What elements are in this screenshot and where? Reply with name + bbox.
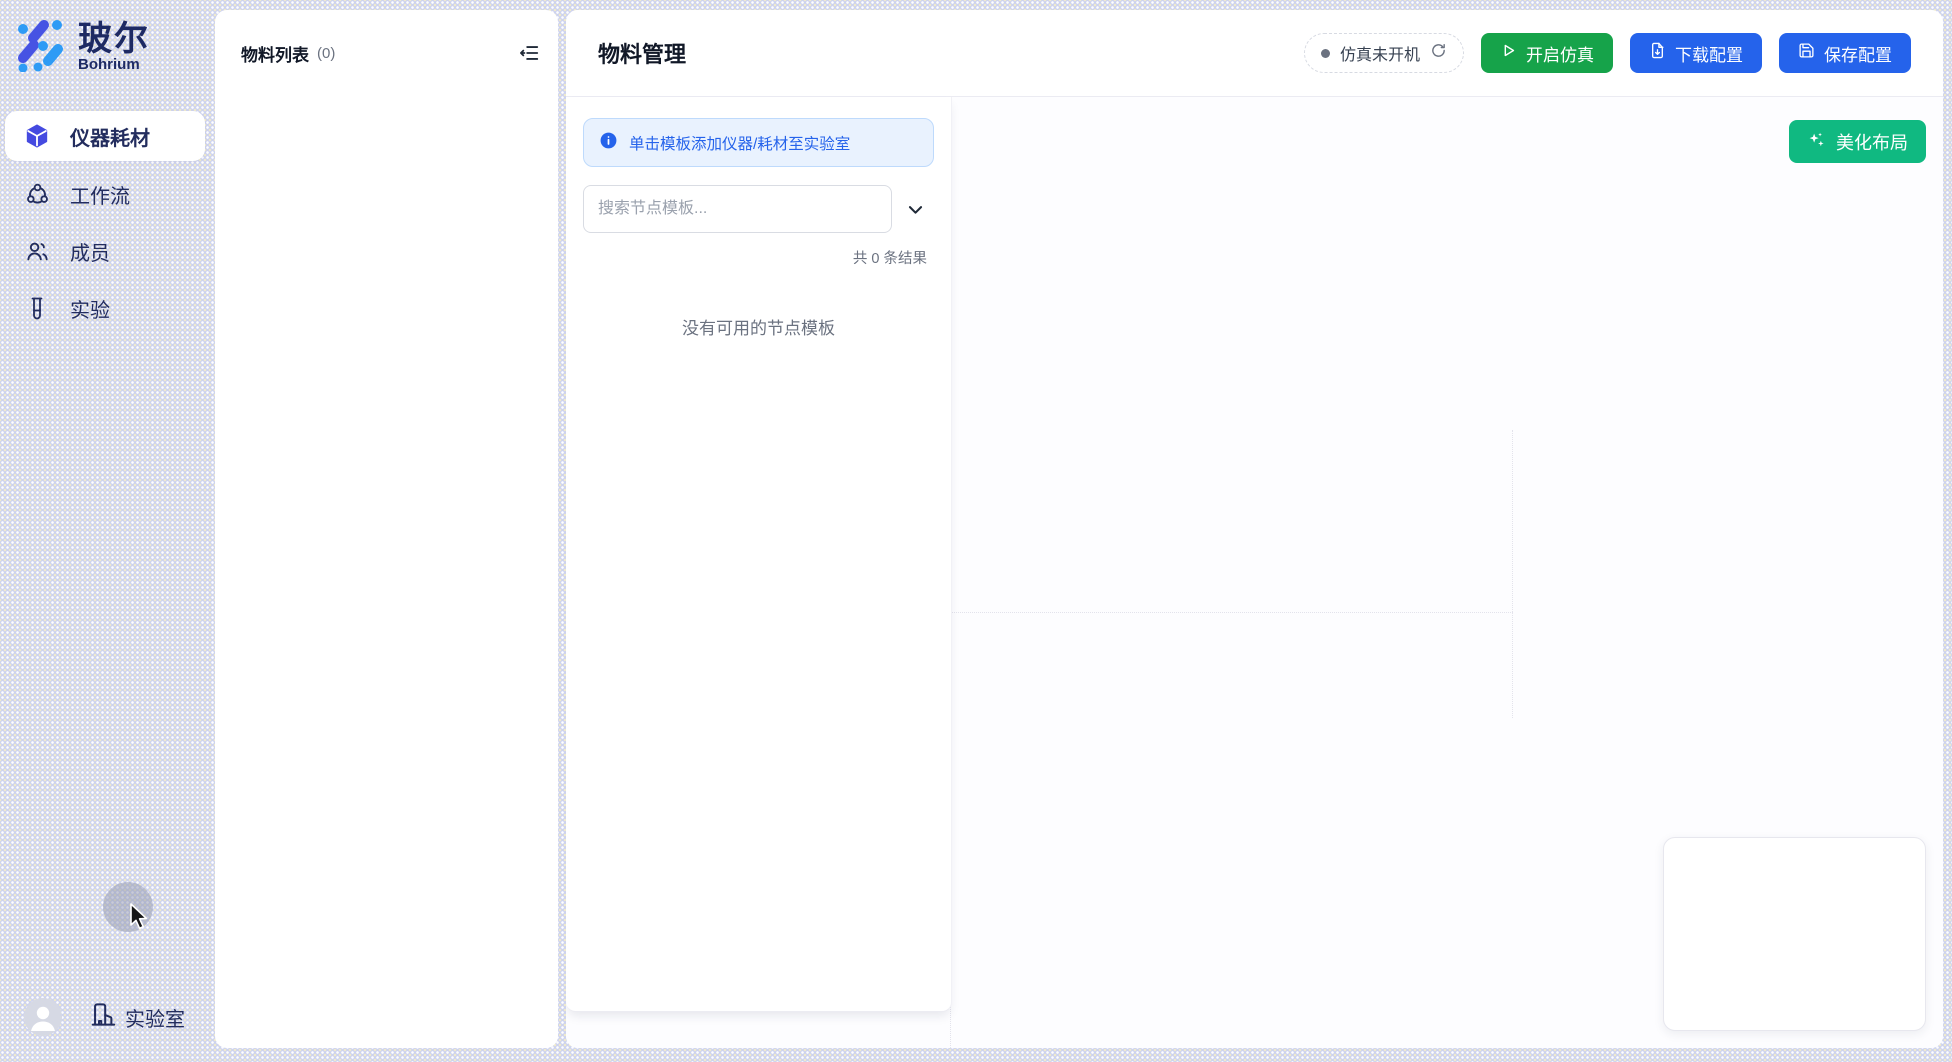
workflow-icon <box>24 181 50 207</box>
minimap-panel[interactable] <box>1663 837 1926 1031</box>
sidebar-footer: 实验室 <box>0 998 213 1036</box>
beautify-layout-label: 美化布局 <box>1836 129 1908 155</box>
mouse-cursor <box>122 900 150 937</box>
refresh-icon[interactable] <box>1430 42 1447 64</box>
collapse-panel-button[interactable] <box>516 40 542 66</box>
sidebar-item-instruments[interactable]: 仪器耗材 <box>5 111 205 161</box>
page-title: 物料管理 <box>598 37 686 69</box>
sparkles-icon <box>1807 130 1826 154</box>
save-config-button[interactable]: 保存配置 <box>1779 33 1911 73</box>
sidebar-item-label: 仪器耗材 <box>70 122 150 151</box>
info-icon <box>599 131 618 155</box>
download-config-label: 下载配置 <box>1675 41 1743 66</box>
lab-entry[interactable]: 实验室 <box>90 1001 185 1034</box>
header-actions: 仿真未开机 开启仿真 <box>1304 33 1911 73</box>
save-icon <box>1798 42 1815 64</box>
empty-templates-text: 没有可用的节点模板 <box>566 314 951 339</box>
brand-name-zh: 玻尔 <box>78 21 150 57</box>
lab-entry-label: 实验室 <box>125 1003 185 1032</box>
status-dot-icon <box>1321 49 1330 58</box>
node-template-panel: 单击模板添加仪器/耗材至实验室 共 0 条结果 没有可用的节点模板 <box>566 97 952 1012</box>
sidebar-nav: 仪器耗材 工作流 成员 <box>0 111 213 333</box>
sidebar: 玻尔 Bohrium 仪器耗材 工作流 <box>0 0 213 1062</box>
sidebar-item-members[interactable]: 成员 <box>0 226 213 276</box>
workspace-canvas[interactable]: 单击模板添加仪器/耗材至实验室 共 0 条结果 没有可用的节点模板 <box>566 97 1943 1048</box>
play-icon <box>1500 42 1517 64</box>
canvas-guide-horizontal <box>950 612 1513 613</box>
start-simulation-button[interactable]: 开启仿真 <box>1481 33 1613 73</box>
sidebar-item-label: 实验 <box>70 294 110 323</box>
materials-list-title: 物料列表 <box>241 41 309 66</box>
building-icon <box>90 1001 117 1034</box>
download-config-button[interactable]: 下载配置 <box>1630 33 1762 73</box>
save-config-label: 保存配置 <box>1824 41 1892 66</box>
members-icon <box>24 238 50 264</box>
brand-name-en: Bohrium <box>78 57 150 73</box>
materials-list-header: 物料列表 (0) <box>215 10 558 66</box>
main-panel: 物料管理 仿真未开机 开启仿真 <box>566 10 1943 1048</box>
experiment-icon <box>24 295 50 321</box>
results-count: 共 0 条结果 <box>566 247 927 268</box>
sidebar-item-experiment[interactable]: 实验 <box>0 283 213 333</box>
template-search-row <box>583 185 934 233</box>
cube-icon <box>24 123 50 149</box>
bohrium-logo-icon <box>16 16 64 77</box>
template-tip-text: 单击模板添加仪器/耗材至实验室 <box>629 132 850 154</box>
main-header: 物料管理 仿真未开机 开启仿真 <box>566 10 1943 97</box>
template-tip-banner: 单击模板添加仪器/耗材至实验室 <box>583 118 934 167</box>
simulation-status-pill[interactable]: 仿真未开机 <box>1304 33 1464 73</box>
canvas-guide-vertical <box>1512 430 1513 718</box>
beautify-layout-button[interactable]: 美化布局 <box>1789 120 1926 163</box>
start-simulation-label: 开启仿真 <box>1526 41 1594 66</box>
user-avatar[interactable] <box>24 998 62 1036</box>
materials-list-count: (0) <box>317 45 335 62</box>
sidebar-item-label: 工作流 <box>70 180 130 209</box>
chevron-down-icon[interactable] <box>902 196 928 222</box>
materials-list-panel: 物料列表 (0) <box>215 10 558 1048</box>
sidebar-item-workflow[interactable]: 工作流 <box>0 169 213 219</box>
file-download-icon <box>1649 42 1666 64</box>
simulation-status-text: 仿真未开机 <box>1340 41 1420 65</box>
sidebar-item-label: 成员 <box>70 237 110 266</box>
search-input[interactable] <box>583 185 892 233</box>
brand-logo: 玻尔 Bohrium <box>0 0 213 77</box>
